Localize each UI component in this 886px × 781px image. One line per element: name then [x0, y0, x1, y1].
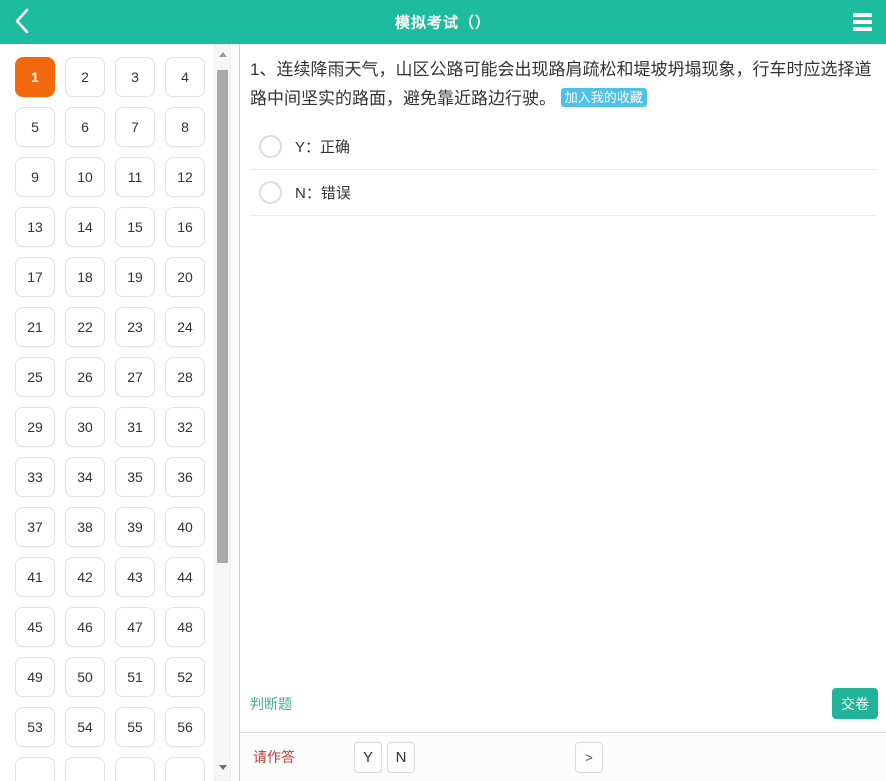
scroll-up-icon[interactable] [215, 45, 230, 63]
question-number-button[interactable]: 49 [15, 657, 55, 697]
question-number-button[interactable]: 14 [65, 207, 105, 247]
question-number-button[interactable]: 13 [15, 207, 55, 247]
question-number-button[interactable]: 18 [65, 257, 105, 297]
question-number-button[interactable]: 26 [65, 357, 105, 397]
question-number-button[interactable]: 22 [65, 307, 105, 347]
question-number-button[interactable] [115, 757, 155, 781]
question-number-button[interactable]: 11 [115, 157, 155, 197]
question-number-button[interactable]: 12 [165, 157, 205, 197]
question-number-button[interactable]: 38 [65, 507, 105, 547]
question-number-button[interactable]: 17 [15, 257, 55, 297]
question-number-button[interactable]: 19 [115, 257, 155, 297]
question-number-button[interactable]: 40 [165, 507, 205, 547]
question-number-button[interactable]: 8 [165, 107, 205, 147]
question-number-button[interactable]: 52 [165, 657, 205, 697]
question-number-button[interactable]: 10 [65, 157, 105, 197]
option-label: Y：正确 [295, 136, 350, 157]
main-panel: 1、连续降雨天气，山区公路可能会出现路肩疏松和堤坡坍塌现象，行车时应选择道路中间… [240, 44, 886, 781]
question-number-button[interactable]: 23 [115, 307, 155, 347]
sidebar-scrollbar[interactable] [214, 44, 231, 781]
question-number-button[interactable]: 6 [65, 107, 105, 147]
next-question-button[interactable]: > [575, 742, 603, 773]
question-number-button[interactable]: 33 [15, 457, 55, 497]
question-number-button[interactable]: 56 [165, 707, 205, 747]
question-number-button[interactable]: 43 [115, 557, 155, 597]
menu-button[interactable] [853, 8, 872, 36]
question-number-button[interactable]: 44 [165, 557, 205, 597]
body-row: 1234567891011121314151617181920212223242… [0, 44, 886, 781]
question-number-button[interactable]: 30 [65, 407, 105, 447]
question-number-sidebar: 1234567891011121314151617181920212223242… [0, 44, 240, 781]
question-area: 1、连续降雨天气，山区公路可能会出现路肩疏松和堤坡坍塌现象，行车时应选择道路中间… [240, 44, 886, 732]
question-number-button[interactable]: 16 [165, 207, 205, 247]
answer-n-button[interactable]: N [387, 742, 415, 773]
question-number-button[interactable]: 27 [115, 357, 155, 397]
question-text-block: 1、连续降雨天气，山区公路可能会出现路肩疏松和堤坡坍塌现象，行车时应选择道路中间… [250, 55, 876, 113]
question-number-button[interactable] [15, 757, 55, 781]
page-title: 模拟考试（） [395, 12, 491, 33]
question-number-button[interactable]: 28 [165, 357, 205, 397]
question-number-button[interactable]: 39 [115, 507, 155, 547]
header: 模拟考试（） [0, 0, 886, 44]
question-footer: 判断题 交卷 [250, 688, 878, 719]
question-number-button[interactable]: 48 [165, 607, 205, 647]
answer-prompt: 请作答 [253, 747, 297, 767]
option-row-y[interactable]: Y：正确 [250, 124, 876, 170]
question-number-button[interactable]: 15 [115, 207, 155, 247]
radio-icon[interactable] [259, 181, 282, 204]
question-number-button[interactable]: 36 [165, 457, 205, 497]
question-number-button[interactable]: 51 [115, 657, 155, 697]
question-number-button[interactable]: 1 [15, 57, 55, 97]
question-type-label: 判断题 [250, 694, 292, 719]
question-number-button[interactable]: 42 [65, 557, 105, 597]
chevron-left-icon [14, 8, 30, 37]
question-number-button[interactable] [165, 757, 205, 781]
add-to-favorites-badge[interactable]: 加入我的收藏 [561, 88, 647, 107]
question-number-button[interactable]: 24 [165, 307, 205, 347]
answer-y-button[interactable]: Y [354, 742, 382, 773]
question-number-button[interactable]: 54 [65, 707, 105, 747]
radio-icon[interactable] [259, 135, 282, 158]
options-list: Y：正确 N：错误 [250, 124, 876, 216]
option-row-n[interactable]: N：错误 [250, 170, 876, 216]
hamburger-icon [853, 13, 872, 31]
question-number-button[interactable]: 46 [65, 607, 105, 647]
question-number-button[interactable]: 3 [115, 57, 155, 97]
question-number-button[interactable]: 25 [15, 357, 55, 397]
question-number-button[interactable]: 47 [115, 607, 155, 647]
question-number-button[interactable]: 31 [115, 407, 155, 447]
option-label: N：错误 [295, 182, 351, 203]
question-number-button[interactable]: 53 [15, 707, 55, 747]
mock-exam-app: 模拟考试（） 123456789101112131415161718192021… [0, 0, 886, 781]
question-number-button[interactable]: 2 [65, 57, 105, 97]
question-number-button[interactable]: 20 [165, 257, 205, 297]
question-number-button[interactable]: 35 [115, 457, 155, 497]
question-number-button[interactable]: 41 [15, 557, 55, 597]
submit-exam-button[interactable]: 交卷 [832, 688, 878, 719]
question-number-button[interactable]: 45 [15, 607, 55, 647]
question-number-button[interactable]: 9 [15, 157, 55, 197]
question-number-button[interactable]: 4 [165, 57, 205, 97]
back-button[interactable] [14, 9, 40, 35]
question-number-button[interactable]: 7 [115, 107, 155, 147]
question-number-button[interactable]: 34 [65, 457, 105, 497]
question-number-button[interactable]: 50 [65, 657, 105, 697]
scrollbar-thumb[interactable] [217, 70, 228, 563]
question-number-button[interactable]: 32 [165, 407, 205, 447]
question-number-button[interactable]: 37 [15, 507, 55, 547]
question-grid: 1234567891011121314151617181920212223242… [0, 44, 239, 781]
question-number-button[interactable]: 21 [15, 307, 55, 347]
answer-bar: 请作答 Y N > [240, 732, 886, 781]
question-number-button[interactable]: 55 [115, 707, 155, 747]
scroll-down-icon[interactable] [215, 758, 230, 776]
question-number-button[interactable] [65, 757, 105, 781]
question-number-button[interactable]: 5 [15, 107, 55, 147]
question-number-button[interactable]: 29 [15, 407, 55, 447]
